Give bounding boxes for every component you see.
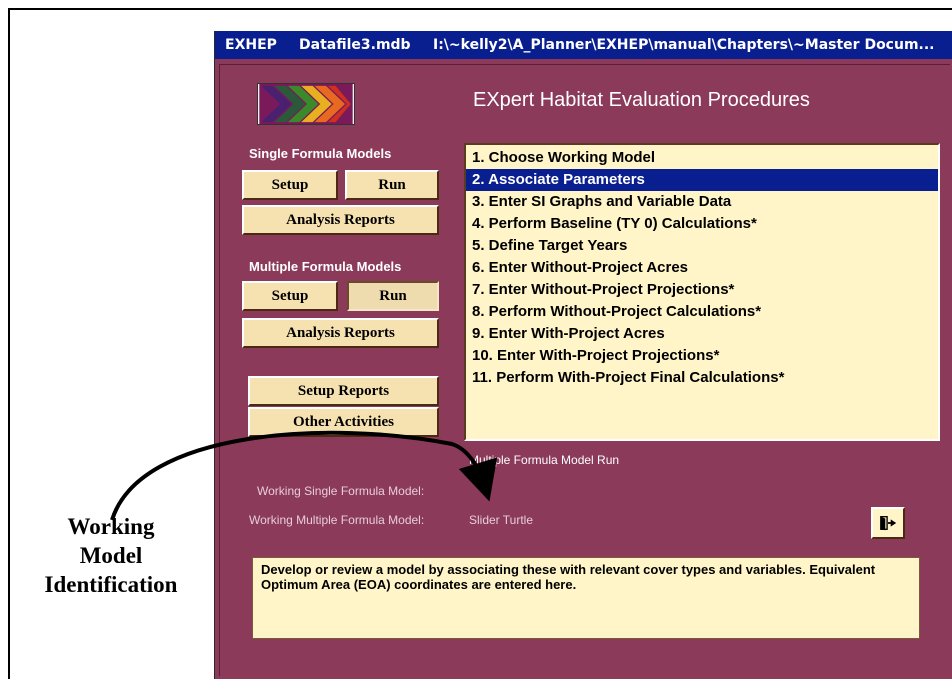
title-file-name: Datafile3.mdb (299, 37, 411, 53)
workflow-steps-list[interactable]: 1. Choose Working Model 2. Associate Par… (464, 143, 940, 441)
annotation-line-3: Identification (44, 572, 178, 597)
exit-door-icon (880, 516, 897, 531)
step-item[interactable]: 1. Choose Working Model (466, 147, 938, 169)
title-bar[interactable]: EXHEP Datafile3.mdb I:\~kelly2\A_Planner… (215, 31, 952, 59)
step-item[interactable]: 10. Enter With-Project Projections* (466, 345, 938, 367)
multiple-setup-button[interactable]: Setup (242, 281, 338, 311)
figure-frame-left (8, 8, 10, 679)
step-item[interactable]: 3. Enter SI Graphs and Variable Data (466, 191, 938, 213)
multiple-formula-label: Multiple Formula Models (249, 259, 402, 274)
multiple-analysis-reports-button[interactable]: Analysis Reports (242, 318, 439, 348)
app-title: EXpert Habitat Evaluation Procedures (473, 89, 810, 111)
exhep-logo (257, 83, 355, 125)
single-run-button[interactable]: Run (345, 170, 439, 200)
setup-reports-button[interactable]: Setup Reports (248, 376, 439, 406)
step-item[interactable]: 4. Perform Baseline (TY 0) Calculations* (466, 213, 938, 235)
single-setup-button[interactable]: Setup (242, 170, 338, 200)
step-item[interactable]: 11. Perform With-Project Final Calculati… (466, 367, 938, 389)
status-text: Multiple Formula Model Run (469, 453, 620, 467)
working-model-identification-annotation: Working Model Identification (18, 512, 204, 599)
single-analysis-reports-button[interactable]: Analysis Reports (242, 205, 439, 235)
annotation-line-2: Model (79, 543, 143, 568)
step-item[interactable]: 6. Enter Without-Project Acres (466, 257, 938, 279)
other-activities-button[interactable]: Other Activities (248, 407, 439, 437)
multiple-run-button[interactable]: Run (347, 281, 439, 311)
exhep-main-window: EXHEP Datafile3.mdb I:\~kelly2\A_Planner… (214, 31, 952, 679)
step-item[interactable]: 9. Enter With-Project Acres (466, 323, 938, 345)
working-multiple-model-value: Slider Turtle (469, 513, 534, 527)
exit-button[interactable] (871, 507, 905, 539)
step-description: Develop or review a model by associating… (252, 557, 920, 639)
working-multiple-model-label: Working Multiple Formula Model: (249, 513, 425, 527)
annotation-line-1: Working (67, 514, 155, 539)
chevron-logo-icon (259, 84, 353, 124)
step-item-selected[interactable]: 2. Associate Parameters (466, 169, 938, 191)
single-formula-label: Single Formula Models (249, 146, 392, 161)
title-file-path: I:\~kelly2\A_Planner\EXHEP\manual\Chapte… (433, 37, 935, 53)
title-app-name: EXHEP (225, 37, 277, 53)
figure-frame-top (8, 8, 952, 10)
working-single-model-label: Working Single Formula Model: (257, 484, 425, 498)
step-item[interactable]: 8. Perform Without-Project Calculations* (466, 301, 938, 323)
step-item[interactable]: 7. Enter Without-Project Projections* (466, 279, 938, 301)
step-item[interactable]: 5. Define Target Years (466, 235, 938, 257)
